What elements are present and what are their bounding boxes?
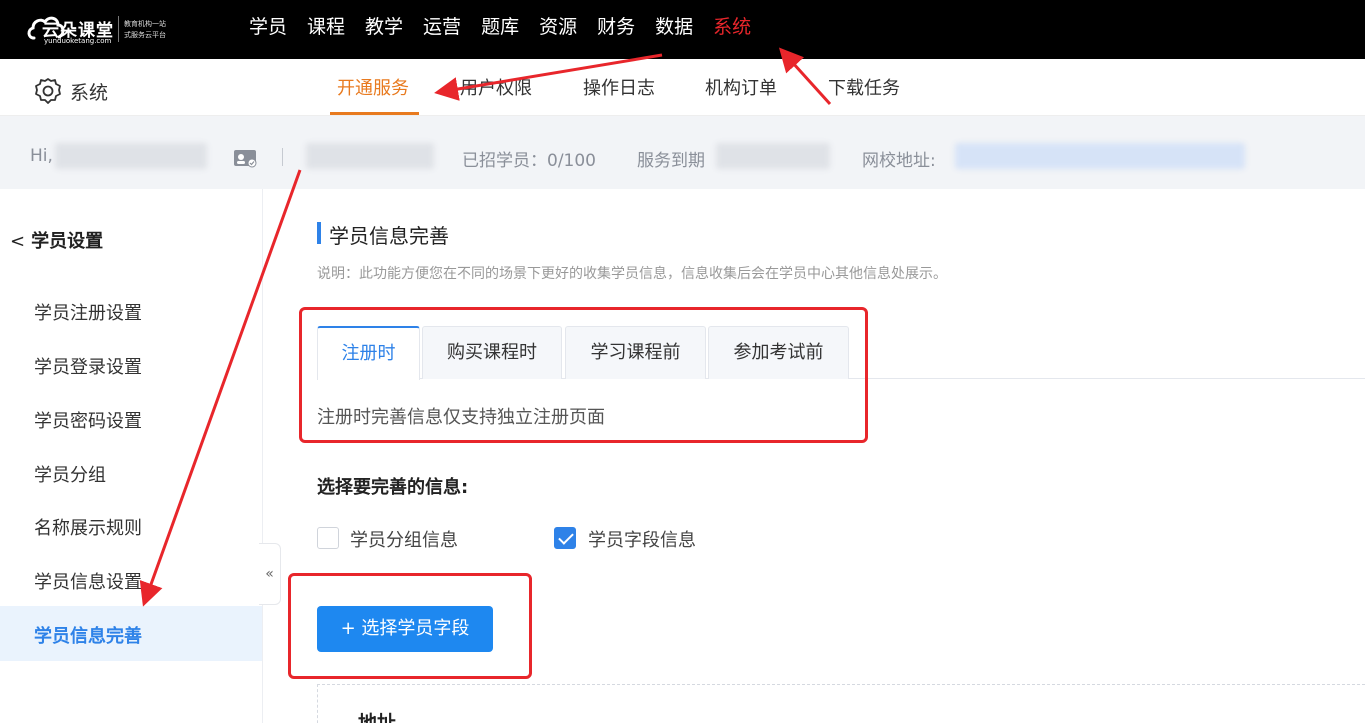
tab-open-service[interactable]: 开通服务 [337,74,409,100]
field-info-label[interactable]: 学员字段信息 [588,526,696,552]
section-label-system: 系统 [70,82,109,104]
greeting: Hi, [30,146,53,166]
redacted-org-name [306,143,434,169]
active-tab-underline [330,112,419,115]
sidebar-collapse-button[interactable]: « [259,543,281,605]
group-info-checkbox[interactable] [317,527,339,549]
annotation-box-tabs [299,307,868,443]
tab-user-permissions[interactable]: 用户权限 [460,74,532,100]
group-info-label[interactable]: 学员分组信息 [350,526,458,552]
sidebar-item-password-settings[interactable]: 学员密码设置 [34,407,142,433]
redacted-expiry-date [716,143,830,169]
field-list-container [317,684,1365,723]
sidebar-item-register-settings[interactable]: 学员注册设置 [34,299,142,325]
nav-item-finance[interactable]: 财务 [597,14,635,40]
logo-divider [118,16,119,42]
chevron-left-icon: < [10,231,26,252]
sidebar-item-name-display-rules[interactable]: 名称展示规则 [34,514,142,540]
tab-operation-log[interactable]: 操作日志 [583,74,655,100]
sidebar-back-label: 学员设置 [31,231,104,252]
annotation-box-button [288,573,532,679]
students-count: 已招学员：0/100 [462,151,596,171]
sidebar-item-login-settings[interactable]: 学员登录设置 [34,353,142,379]
section-title-accent [317,222,321,244]
pick-info-label: 选择要完善的信息: [317,477,469,498]
logo-tagline-1: 教育机构一站 [124,20,166,28]
logo-tagline-2: 式服务云平台 [124,31,166,39]
nav-item-operations[interactable]: 运营 [423,14,461,40]
nav-item-courses[interactable]: 课程 [307,14,345,40]
page-title: 学员信息完善 [329,224,449,248]
school-url-label: 网校地址: [862,151,936,171]
left-sidebar: < 学员设置 学员注册设置 学员登录设置 学员密码设置 学员分组 名称展示规则 学… [0,189,263,723]
tab-download-tasks[interactable]: 下载任务 [828,74,900,100]
nav-item-system[interactable]: 系统 [713,14,751,40]
gear-icon [35,78,61,104]
main-nav: 学员 课程 教学 运营 题库 资源 财务 数据 系统 [249,14,771,40]
nav-item-teaching[interactable]: 教学 [365,14,403,40]
field-address-label: 地址 [358,712,397,723]
nav-item-data[interactable]: 数据 [655,14,693,40]
nav-item-question-bank[interactable]: 题库 [481,14,519,40]
sidebar-item-info-completion[interactable]: 学员信息完善 [34,622,142,648]
sub-navigation-bar: 系统 开通服务 用户权限 操作日志 机构订单 下载任务 [0,59,1365,116]
nav-item-resources[interactable]: 资源 [539,14,577,40]
id-card-icon[interactable] [233,148,258,168]
info-divider [282,148,283,166]
sidebar-back-student-settings[interactable]: < 学员设置 [10,227,103,253]
sidebar-item-info-settings[interactable]: 学员信息设置 [34,568,142,594]
top-navigation-bar: 云朵课堂 yunduoketang.com 教育机构一站 式服务云平台 学员 课… [0,0,1365,59]
sidebar-item-student-groups[interactable]: 学员分组 [34,461,106,487]
nav-item-students[interactable]: 学员 [249,14,287,40]
redacted-school-url[interactable] [955,143,1245,169]
tab-org-orders[interactable]: 机构订单 [705,74,777,100]
logo-url: yunduoketang.com [44,37,112,45]
service-expiry-label: 服务到期 [637,151,705,171]
field-info-checkbox[interactable] [554,527,576,549]
page-description: 说明：此功能方便您在不同的场景下更好的收集学员信息，信息收集后会在学员中心其他信… [317,266,947,282]
redacted-username [55,143,207,169]
logo[interactable]: 云朵课堂 yunduoketang.com 教育机构一站 式服务云平台 [26,10,186,48]
